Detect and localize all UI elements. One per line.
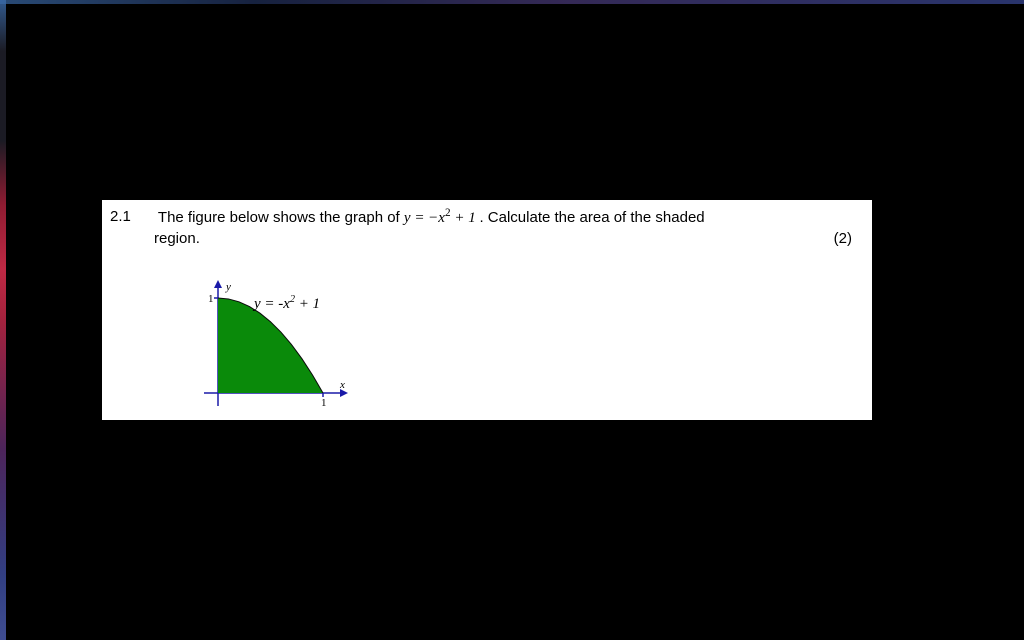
y-tick-1: 1 bbox=[208, 293, 214, 305]
window-top-accent bbox=[0, 0, 1024, 4]
question-marks: (2) bbox=[834, 228, 852, 249]
question-text-line2: region. bbox=[154, 228, 200, 249]
x-tick-1: 1 bbox=[321, 397, 327, 409]
equation-inline: y = −x2 + 1 bbox=[404, 210, 480, 226]
equation-rhs: = −x2 + 1 bbox=[411, 210, 476, 226]
question-text-line1: 2.1 The figure below shows the graph of … bbox=[110, 206, 860, 229]
question-figure: 1 1 y x y = -x2 + 1 bbox=[188, 278, 448, 418]
equation-lhs: y bbox=[404, 210, 411, 226]
prompt-prefix: The figure below shows the graph of bbox=[158, 209, 404, 226]
question-number: 2.1 bbox=[110, 206, 154, 227]
curve-label: y = -x2 + 1 bbox=[252, 294, 320, 312]
window-left-accent bbox=[0, 0, 6, 640]
prompt-suffix: . Calculate the area of the shaded bbox=[479, 209, 704, 226]
y-axis-label: y bbox=[225, 281, 231, 293]
question-prompt: The figure below shows the graph of y = … bbox=[158, 209, 705, 226]
shaded-region bbox=[218, 298, 323, 393]
question-card: 2.1 The figure below shows the graph of … bbox=[102, 200, 872, 420]
x-axis-label: x bbox=[339, 379, 345, 391]
